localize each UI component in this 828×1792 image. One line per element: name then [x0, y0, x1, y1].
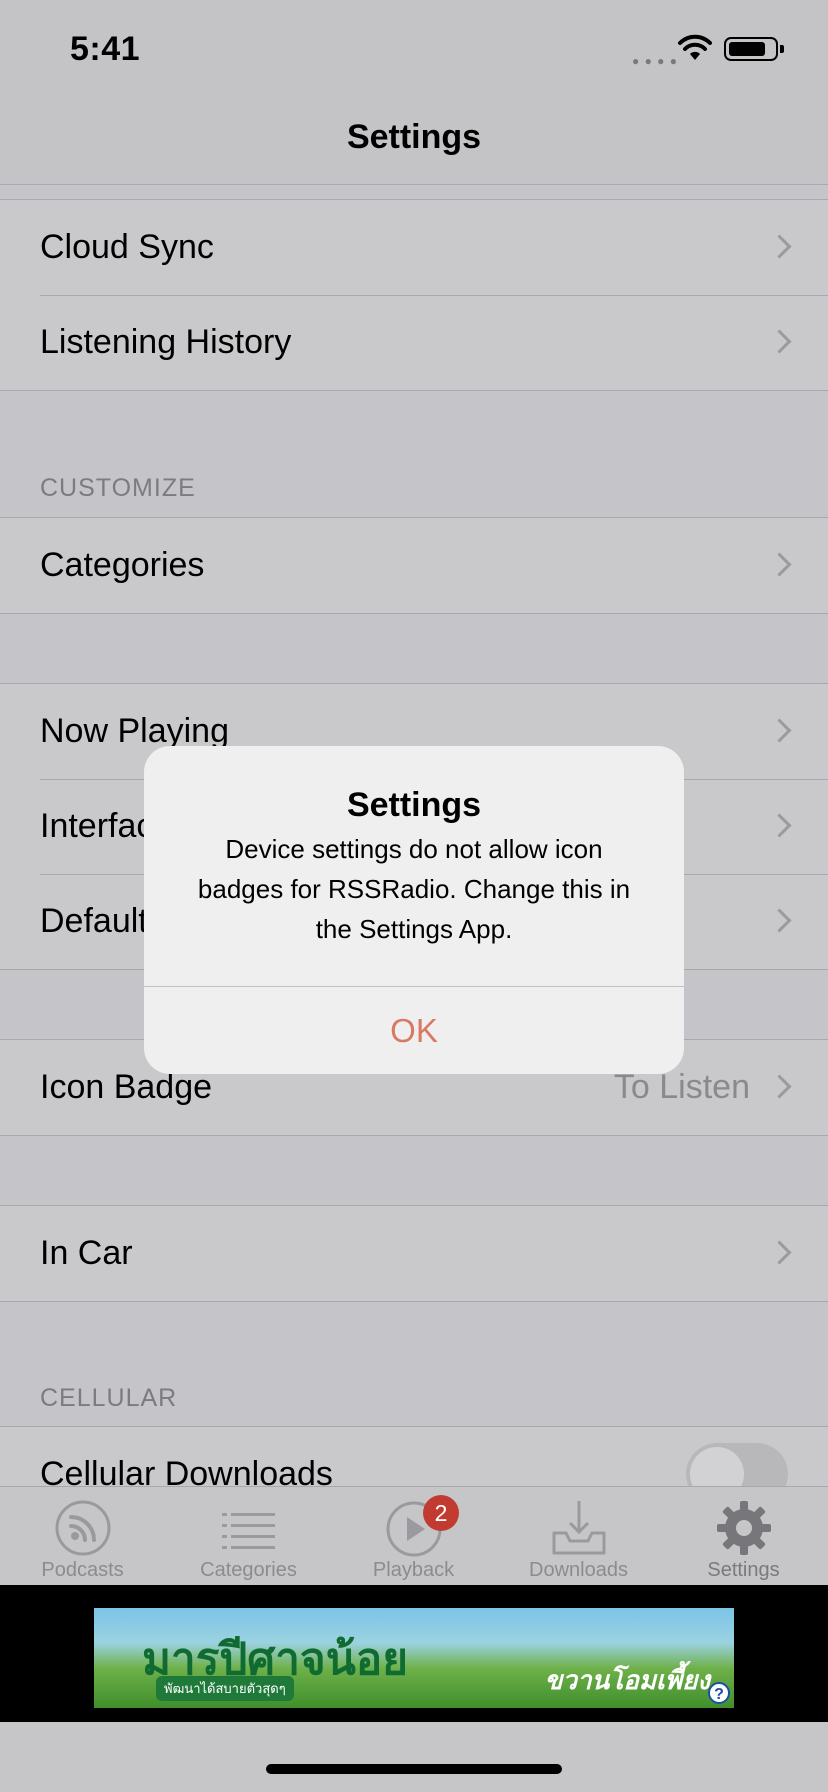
status-time: 5:41 — [70, 30, 141, 68]
tab-label: Playback — [372, 1559, 455, 1581]
tab-podcasts[interactable]: Podcasts — [0, 1487, 165, 1586]
chevron-right-icon — [767, 329, 792, 354]
group-in-car: In Car — [0, 1205, 828, 1302]
ad-area: มารปีศาจน้อย พัฒนาได้สบายตัวสุดๆ ขวานโอม… — [0, 1585, 828, 1722]
ad-help-icon[interactable]: ? — [708, 1682, 730, 1704]
battery-icon — [724, 37, 784, 61]
alert-message: Device settings do not allow icon badges… — [197, 834, 631, 944]
alert-dialog: Settings Device settings do not allow ic… — [144, 746, 684, 1074]
group-customize: Categories — [0, 517, 828, 614]
tab-label: Podcasts — [41, 1559, 124, 1581]
row-label: In Car — [40, 1234, 133, 1272]
chevron-right-icon — [767, 718, 792, 743]
tab-categories[interactable]: Categories — [166, 1487, 331, 1586]
row-label: Categories — [40, 546, 205, 584]
chevron-right-icon — [767, 552, 792, 577]
ad-subtitle: พัฒนาได้สบายตัวสุดๆ — [156, 1676, 294, 1701]
home-indicator[interactable] — [266, 1764, 562, 1774]
chevron-right-icon — [767, 813, 792, 838]
row-cloud-sync[interactable]: Cloud Sync — [0, 200, 828, 295]
chevron-right-icon — [767, 234, 792, 259]
toggle-knob — [690, 1447, 744, 1486]
section-header-customize: CUSTOMIZE — [40, 474, 196, 502]
download-tray-icon — [552, 1501, 605, 1555]
row-label: Cellular Downloads — [40, 1455, 333, 1486]
group-cellular: Cellular Downloads — [0, 1426, 828, 1486]
podcast-icon — [55, 1500, 110, 1556]
group-sync: Cloud Sync Listening History — [0, 199, 828, 391]
tab-label: Categories — [200, 1559, 297, 1581]
cellular-downloads-toggle[interactable] — [686, 1443, 788, 1486]
row-label: Cloud Sync — [40, 228, 214, 266]
alert-title: Settings — [346, 786, 482, 824]
status-bar: 5:41 ● ● ● ● — [0, 0, 828, 96]
row-cellular-downloads: Cellular Downloads — [0, 1427, 828, 1486]
alert-ok-button[interactable]: OK — [144, 987, 684, 1074]
ad-banner[interactable]: มารปีศาจน้อย พัฒนาได้สบายตัวสุดๆ ขวานโอม… — [94, 1608, 734, 1708]
gear-icon — [716, 1501, 771, 1555]
row-categories[interactable]: Categories — [0, 518, 828, 613]
tab-label: Downloads — [529, 1559, 628, 1581]
tab-label: Settings — [707, 1559, 780, 1581]
tab-downloads[interactable]: Downloads — [496, 1487, 661, 1586]
row-label: Default — [40, 902, 148, 940]
tab-bar: Podcasts Categories 2 Playback Downloads — [0, 1486, 828, 1586]
chevron-right-icon — [767, 908, 792, 933]
chevron-right-icon — [767, 1074, 792, 1099]
chevron-right-icon — [767, 1240, 792, 1265]
row-listening-history[interactable]: Listening History — [0, 295, 828, 390]
wifi-icon — [678, 34, 712, 60]
playback-badge: 2 — [423, 1495, 459, 1531]
page-title: Settings — [346, 118, 482, 156]
tab-settings[interactable]: Settings — [661, 1487, 826, 1586]
tab-playback[interactable]: 2 Playback — [331, 1487, 496, 1586]
row-in-car[interactable]: In Car — [0, 1206, 828, 1301]
list-icon — [221, 1513, 275, 1549]
cellular-dots-icon: ● ● ● ● — [632, 54, 678, 68]
row-label: Listening History — [40, 323, 292, 361]
ad-right-text: ขวานโอมเพี้ยง — [544, 1665, 710, 1695]
status-icons: ● ● ● ● — [632, 34, 792, 68]
home-area — [0, 1722, 828, 1792]
navigation-bar: Settings — [0, 96, 828, 185]
section-header-cellular: CELLULAR — [40, 1384, 178, 1412]
